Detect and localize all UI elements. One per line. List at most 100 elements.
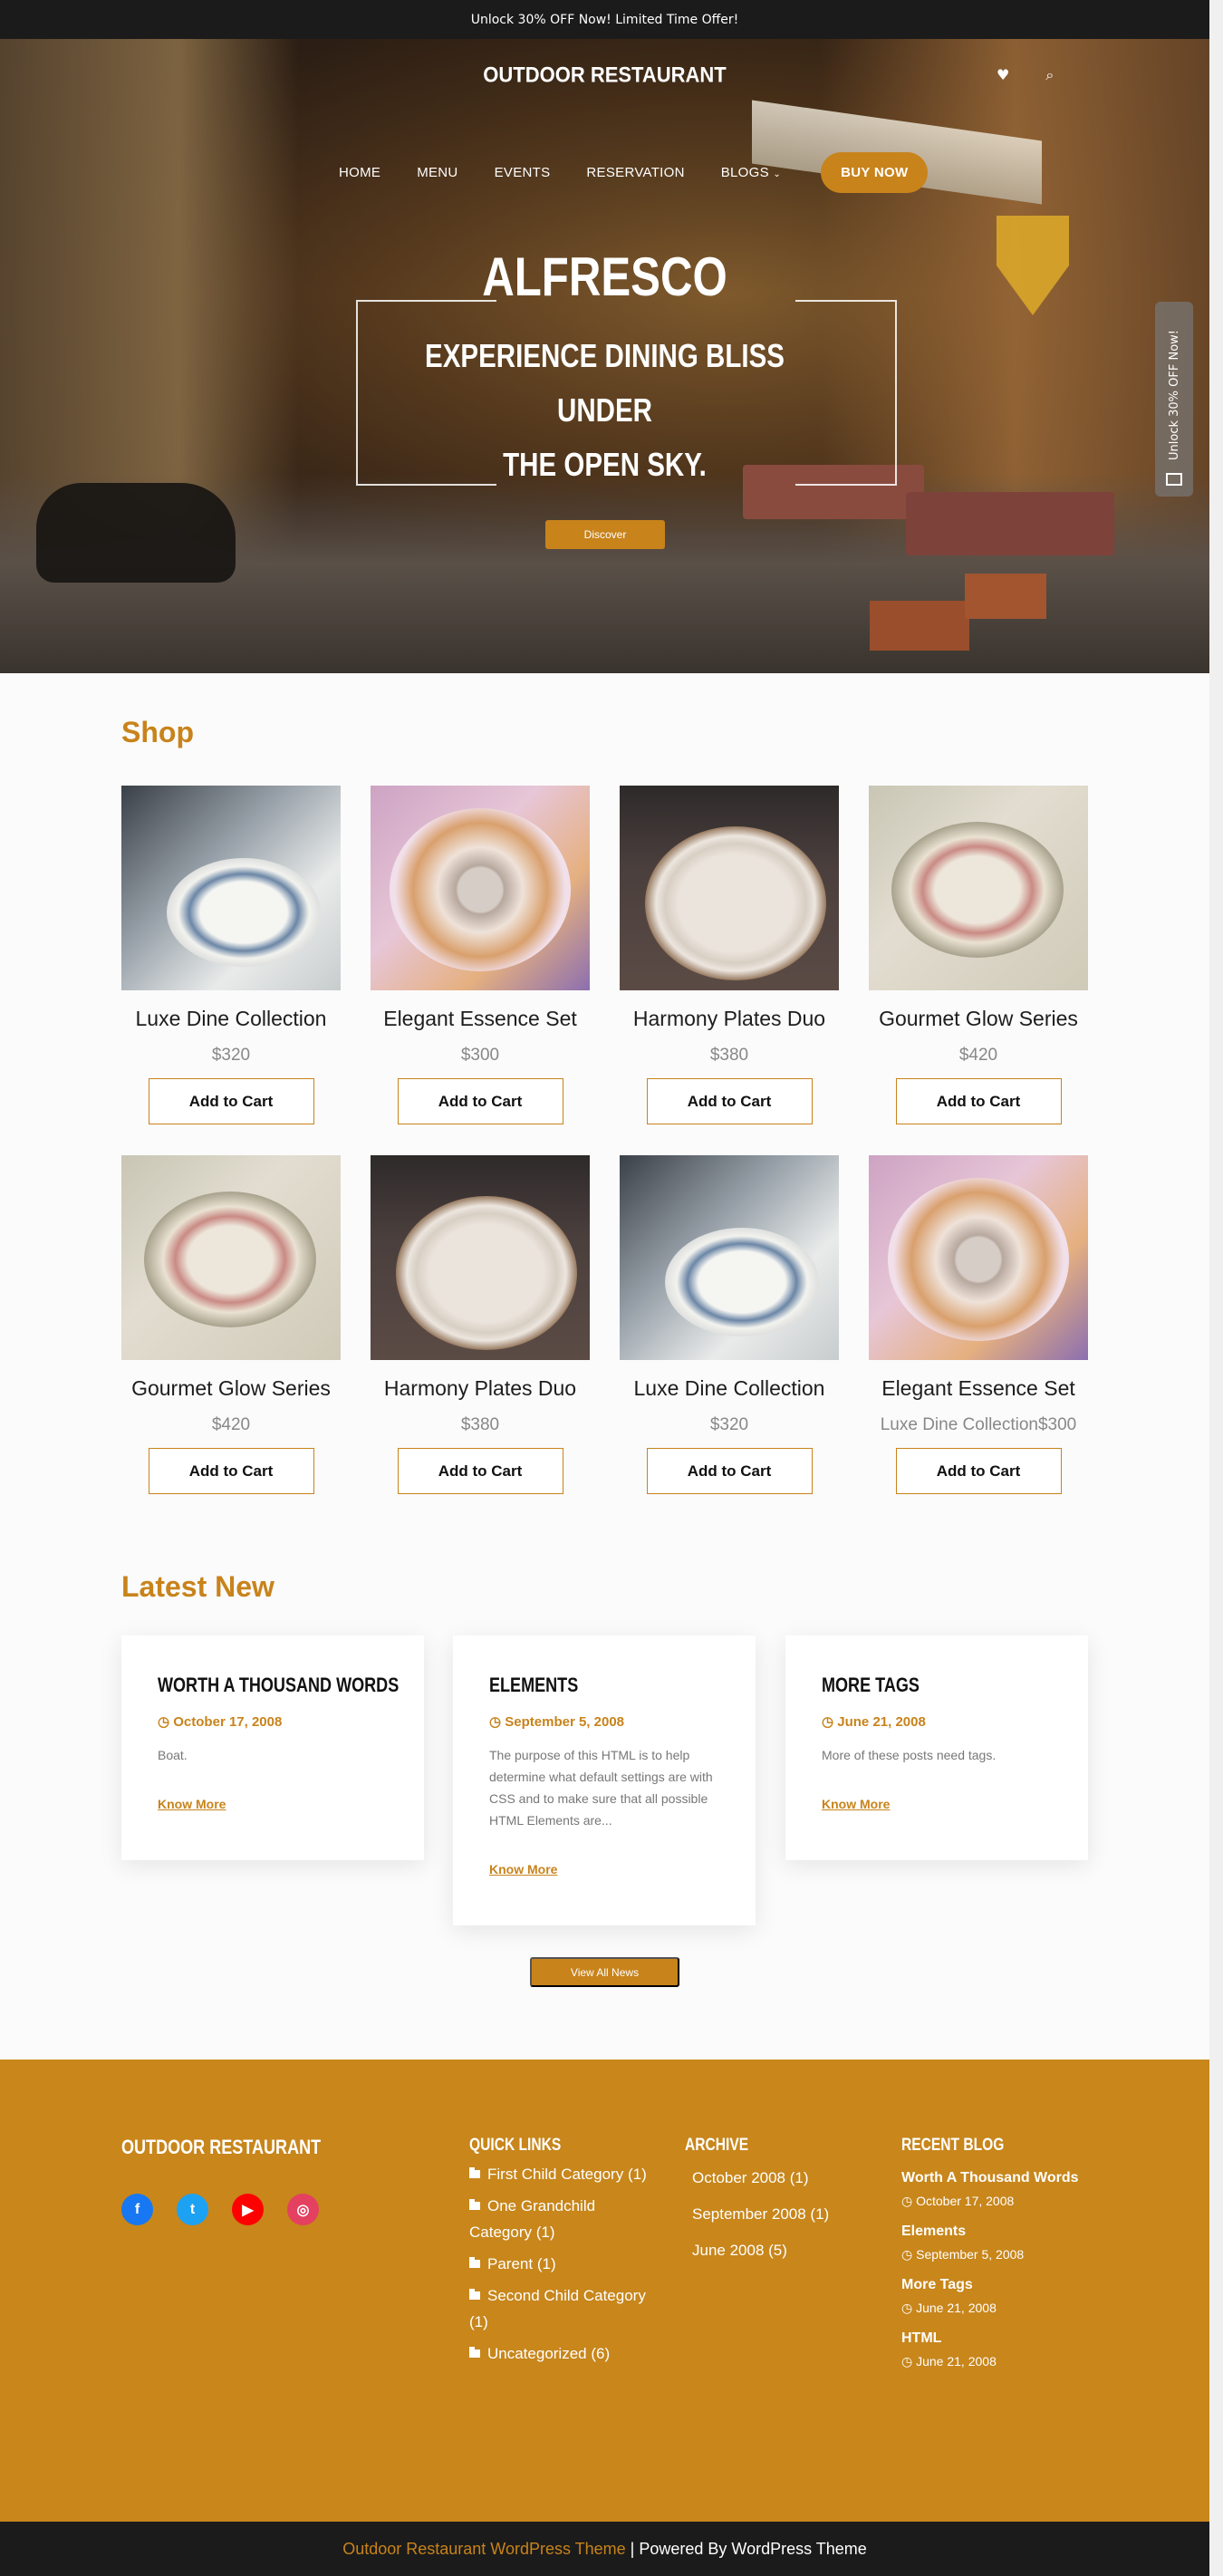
news-title: Latest New [121, 1570, 274, 1603]
product-name[interactable]: Harmony Plates Duo [371, 1376, 590, 1401]
twitter-icon[interactable]: t [177, 2194, 208, 2225]
quick-link-item[interactable]: One Grandchild Category (1) [469, 2193, 660, 2245]
product-image[interactable] [121, 1155, 341, 1360]
footer-recent-blog: RECENT BLOG Worth A Thousand Words ◷ Octo… [901, 2136, 1083, 2369]
folder-icon [469, 2199, 480, 2210]
quick-link-label: Parent [487, 2255, 534, 2272]
archive-link[interactable]: September 2008 (1) [692, 2201, 866, 2228]
nav-home[interactable]: HOME [339, 165, 380, 180]
main-nav: HOME MENU EVENTS RESERVATION BLOGS ⌄ BUY… [339, 152, 964, 193]
product-image[interactable] [869, 1155, 1088, 1360]
clock-icon: ◷ [822, 1714, 834, 1730]
recent-post-date-text: June 21, 2008 [916, 2354, 997, 2369]
news-card-title[interactable]: ELEMENTS [489, 1674, 678, 1697]
news-card-title[interactable]: WORTH A THOUSAND WORDS [158, 1674, 399, 1697]
nav-events[interactable]: EVENTS [495, 165, 551, 180]
product-name[interactable]: Gourmet Glow Series [121, 1376, 341, 1401]
product-image[interactable] [620, 1155, 839, 1360]
quick-link-item[interactable]: First Child Category (1) [469, 2161, 660, 2187]
recent-post-title[interactable]: HTML [901, 2329, 1083, 2349]
add-to-cart-button[interactable]: Add to Cart [895, 1078, 1062, 1124]
footer-archive: ARCHIVE October 2008 (1) September 2008 … [685, 2136, 866, 2264]
add-to-cart-button[interactable]: Add to Cart [148, 1078, 314, 1124]
social-links: f t ▶ ◎ [121, 2194, 319, 2225]
discover-button[interactable]: Discover [545, 520, 665, 549]
search-icon[interactable]: ⌕ [1045, 66, 1054, 84]
know-more-link[interactable]: Know More [158, 1797, 226, 1811]
quick-link-item[interactable]: Parent (1) [469, 2251, 660, 2277]
quick-link-item[interactable]: Uncategorized (6) [469, 2340, 660, 2367]
product-name[interactable]: Harmony Plates Duo [620, 1007, 839, 1031]
footer-col-title: ARCHIVE [685, 2136, 749, 2155]
product-card: Elegant Essence Set Luxe Dine Collection$… [869, 1155, 1088, 1494]
product-image[interactable] [371, 786, 590, 990]
recent-post-date-text: September 5, 2008 [916, 2247, 1025, 2262]
recent-post-date: ◷ June 21, 2008 [901, 2301, 1083, 2316]
buy-now-button[interactable]: BUY NOW [821, 152, 929, 193]
product-grid: Gourmet Glow Series $420 Add to Cart Harmon… [121, 1155, 1089, 1494]
promo-side-tab[interactable]: Unlock 30% OFF Now! [1155, 302, 1193, 497]
copyright-bar: Outdoor Restaurant WordPress Theme | Pow… [0, 2522, 1209, 2576]
nav-menu[interactable]: MENU [417, 165, 457, 180]
wishlist-heart-icon[interactable]: ♥ [997, 66, 1009, 84]
theme-link[interactable]: Outdoor Restaurant WordPress Theme [342, 2540, 625, 2559]
recent-post-date: ◷ June 21, 2008 [901, 2354, 1083, 2369]
product-price: $320 [709, 1415, 749, 1434]
footer-col-title: RECENT BLOG [901, 2136, 1005, 2155]
product-image[interactable] [620, 786, 839, 990]
nav-reservation[interactable]: RESERVATION [586, 165, 684, 180]
add-to-cart-button[interactable]: Add to Cart [397, 1078, 563, 1124]
folder-icon [469, 2167, 480, 2178]
quick-link-count: (1) [627, 2166, 647, 2183]
hero-table [906, 492, 1114, 555]
recent-post-title[interactable]: Worth A Thousand Words [901, 2168, 1083, 2188]
product-image[interactable] [869, 786, 1088, 990]
add-to-cart-button[interactable]: Add to Cart [148, 1448, 314, 1494]
promo-topbar: Unlock 30% OFF Now! Limited Time Offer! [0, 0, 1209, 39]
youtube-icon[interactable]: ▶ [232, 2194, 264, 2225]
know-more-link[interactable]: Know More [822, 1797, 890, 1811]
recent-post-date: ◷ September 5, 2008 [901, 2247, 1083, 2262]
hero-subtitle: EXPERIENCE DINING BLISS UNDER THE OPEN S… [0, 329, 1209, 492]
hero-subtitle-line: EXPERIENCE DINING BLISS [425, 337, 785, 374]
page-scrollbar[interactable] [1209, 0, 1223, 2576]
product-name[interactable]: Elegant Essence Set [869, 1376, 1088, 1401]
nav-blogs-label: BLOGS [720, 165, 769, 180]
hero-banner: OUTDOOR RESTAURANT ♥ ⌕ HOME MENU EVENTS … [0, 39, 1209, 673]
clock-icon: ◷ [901, 2354, 913, 2369]
clock-icon: ◷ [901, 2194, 913, 2208]
news-card-date-text: October 17, 2008 [173, 1714, 283, 1730]
folder-icon [469, 2257, 480, 2268]
product-name[interactable]: Elegant Essence Set [371, 1007, 590, 1031]
product-image[interactable] [371, 1155, 590, 1360]
news-card-title[interactable]: MORE TAGS [822, 1674, 1010, 1697]
product-image[interactable] [121, 786, 341, 990]
product-name[interactable]: Gourmet Glow Series [869, 1007, 1088, 1031]
product-card: Elegant Essence Set $300 Add to Cart [371, 786, 590, 1124]
view-all-news-button[interactable]: View All News [530, 1957, 679, 1987]
hero-subtitle-line: UNDER [557, 391, 652, 429]
recent-post: Elements ◷ September 5, 2008 [901, 2222, 1083, 2262]
footer-brand[interactable]: OUTDOOR RESTAURANT [121, 2136, 321, 2159]
product-name[interactable]: Luxe Dine Collection [620, 1376, 839, 1401]
facebook-icon[interactable]: f [121, 2194, 153, 2225]
product-name[interactable]: Luxe Dine Collection [121, 1007, 341, 1031]
product-card: Luxe Dine Collection $320 Add to Cart [121, 786, 341, 1124]
instagram-icon[interactable]: ◎ [287, 2194, 319, 2225]
add-to-cart-button[interactable]: Add to Cart [895, 1448, 1062, 1494]
add-to-cart-button[interactable]: Add to Cart [646, 1448, 813, 1494]
quick-link-item[interactable]: Second Child Category (1) [469, 2282, 660, 2335]
footer-col-title: QUICK LINKS [469, 2136, 562, 2155]
archive-link[interactable]: June 2008 (5) [692, 2237, 866, 2264]
archive-link[interactable]: October 2008 (1) [692, 2165, 866, 2192]
recent-post-title[interactable]: More Tags [901, 2275, 1083, 2295]
recent-post-date: ◷ October 17, 2008 [901, 2194, 1083, 2209]
product-card: Harmony Plates Duo $380 Add to Cart [620, 786, 839, 1124]
add-to-cart-button[interactable]: Add to Cart [397, 1448, 563, 1494]
quick-link-label: First Child Category [487, 2166, 624, 2183]
know-more-link[interactable]: Know More [489, 1862, 557, 1877]
recent-post-title[interactable]: Elements [901, 2222, 1083, 2242]
add-to-cart-button[interactable]: Add to Cart [646, 1078, 813, 1124]
nav-blogs[interactable]: BLOGS ⌄ [721, 165, 781, 180]
plate-graphic [167, 858, 321, 967]
